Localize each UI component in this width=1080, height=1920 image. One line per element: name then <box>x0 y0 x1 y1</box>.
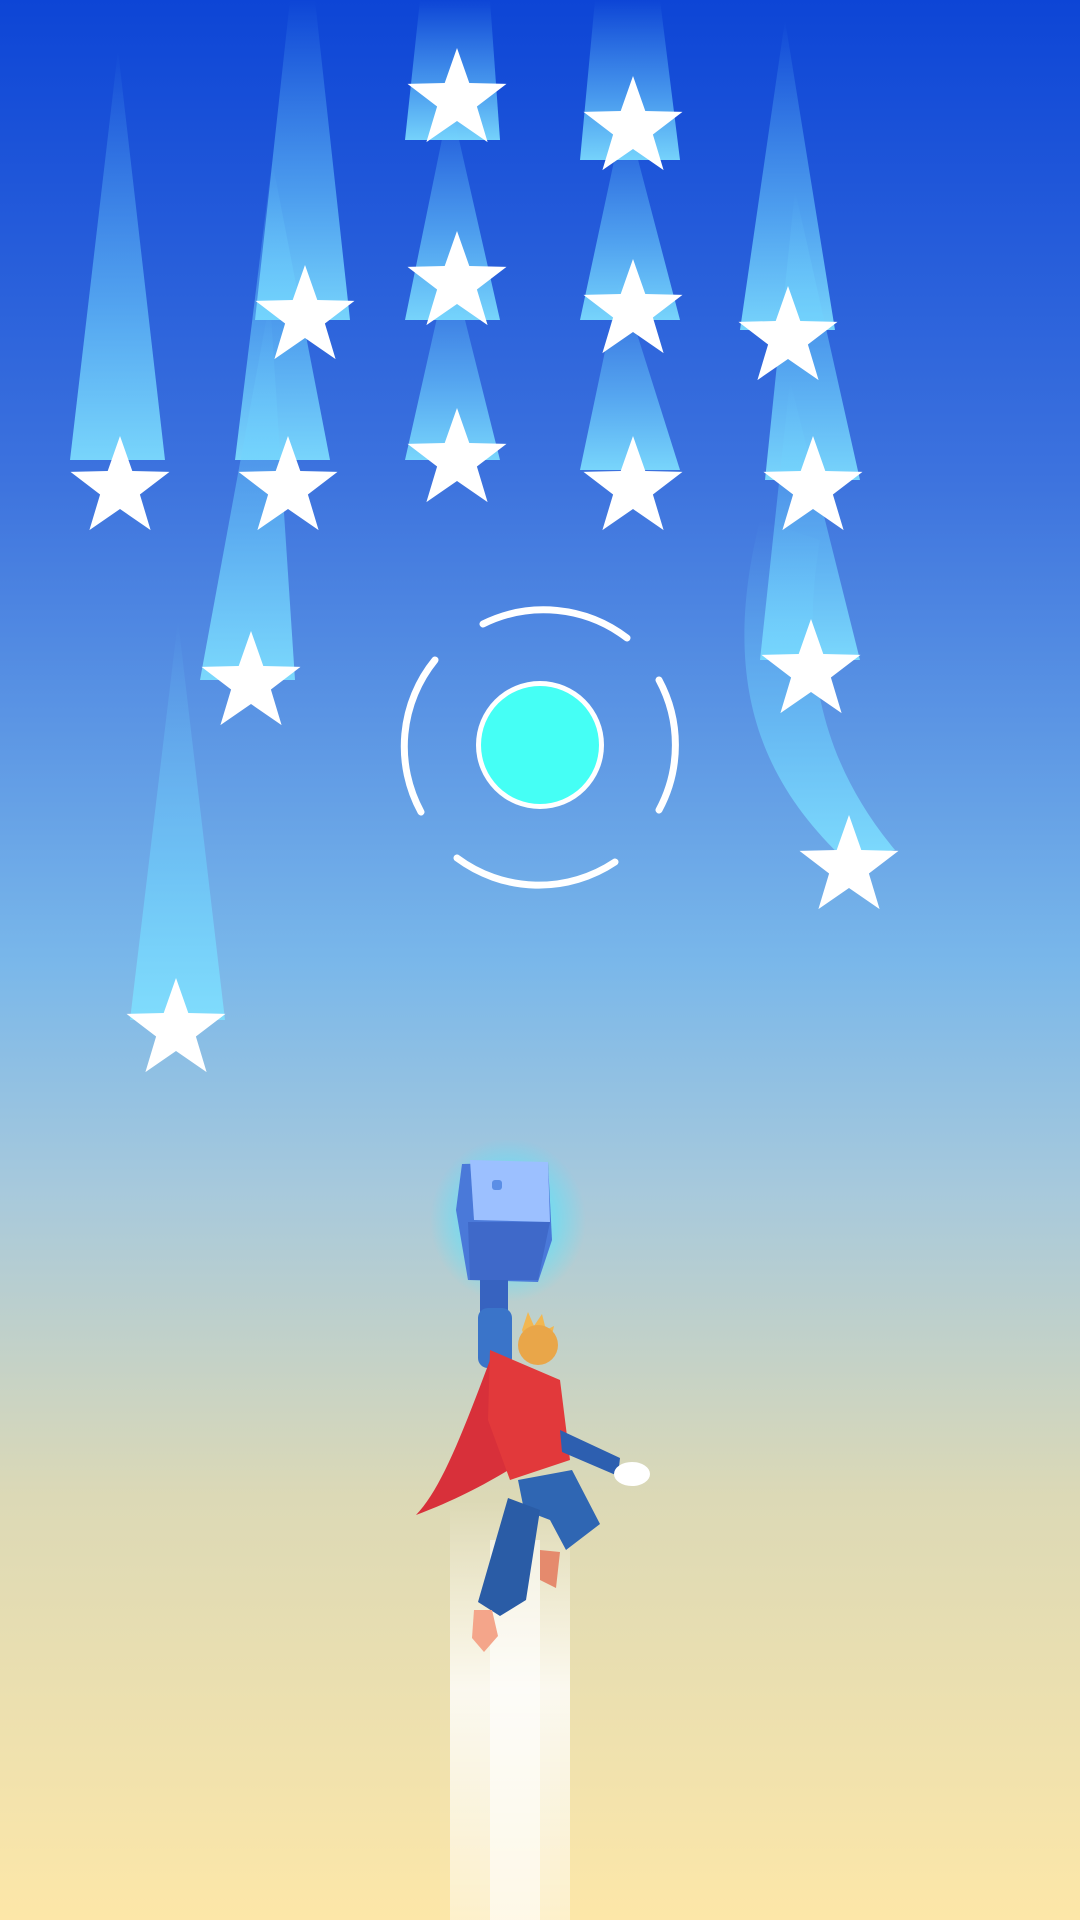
star-icon[interactable] <box>402 228 512 338</box>
reticle-arc-bottom <box>453 854 619 889</box>
hero-head <box>518 1325 558 1365</box>
star-icon[interactable] <box>794 812 904 922</box>
hammer-icon <box>456 1160 552 1320</box>
hero-right-arm <box>560 1430 620 1476</box>
star-icon[interactable] <box>733 283 843 393</box>
reticle-arc-left <box>400 656 439 816</box>
star-icon[interactable] <box>121 975 231 1085</box>
star-icon[interactable] <box>233 433 343 543</box>
star-trail <box>70 50 165 460</box>
star-icon[interactable] <box>578 73 688 183</box>
aim-reticle-icon[interactable] <box>395 600 685 890</box>
hero-right-hand <box>614 1462 650 1486</box>
star-icon[interactable] <box>756 616 866 726</box>
game-scene[interactable] <box>0 0 1080 1920</box>
reticle-arc-right <box>655 676 679 814</box>
hero-with-hammer-icon[interactable] <box>400 1140 690 1920</box>
star-icon[interactable] <box>65 433 175 543</box>
star-icon[interactable] <box>578 256 688 366</box>
reticle-core-fill <box>481 686 599 804</box>
star-icon[interactable] <box>578 433 688 543</box>
star-icon[interactable] <box>758 433 868 543</box>
star-icon[interactable] <box>250 262 360 372</box>
reticle-arc-top <box>479 606 631 642</box>
star-icon[interactable] <box>402 405 512 515</box>
star-icon[interactable] <box>196 628 306 738</box>
star-icon[interactable] <box>402 45 512 155</box>
